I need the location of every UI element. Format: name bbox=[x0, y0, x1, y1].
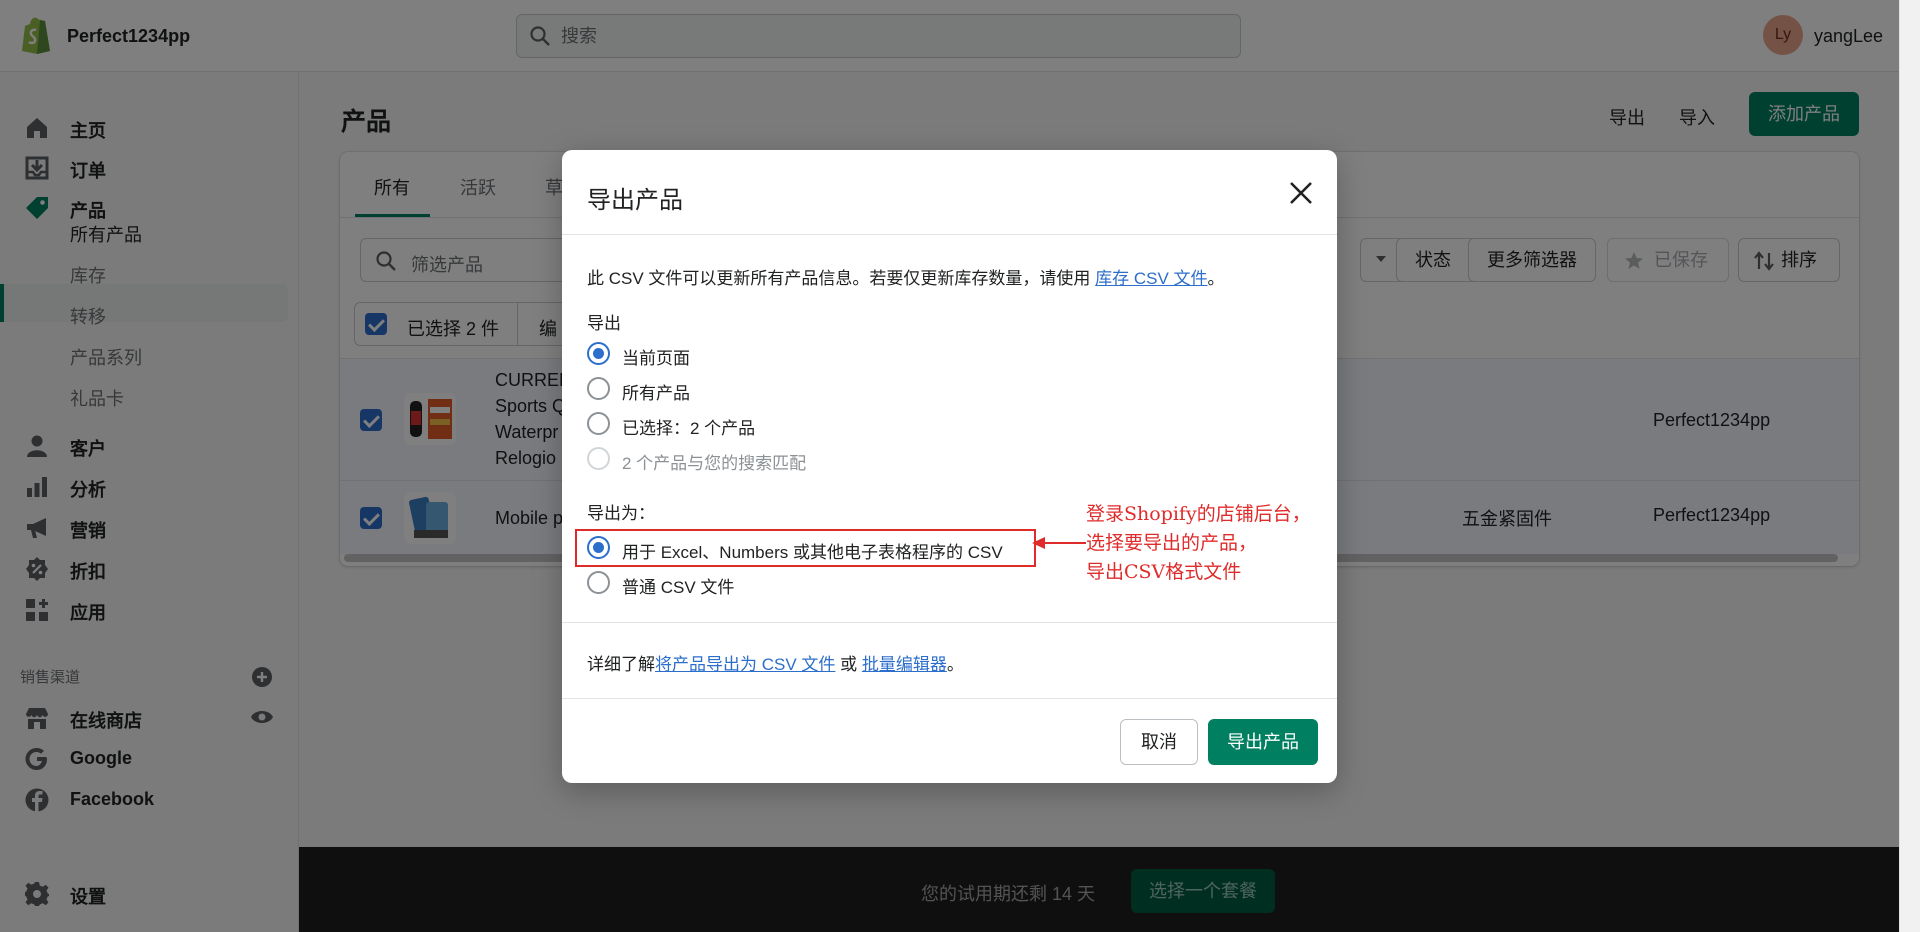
export-products-modal: 导出产品 此 CSV 文件可以更新所有产品信息。若要仅更新库存数量，请使用 库存… bbox=[562, 150, 1337, 783]
export-products-button[interactable]: 导出产品 bbox=[1208, 719, 1318, 765]
radio-label: 已选择：2 个产品 bbox=[622, 419, 756, 438]
radio-selected-products[interactable] bbox=[587, 412, 610, 435]
modal-divider bbox=[562, 622, 1337, 623]
radio-search-matches bbox=[587, 447, 610, 470]
radio-label: 2 个产品与您的搜索匹配 bbox=[622, 454, 807, 473]
modal-intro: 此 CSV 文件可以更新所有产品信息。若要仅更新库存数量，请使用 库存 CSV … bbox=[587, 269, 1225, 288]
learn-more-text: 详细了解将产品导出为 CSV 文件 或 批量编辑器。 bbox=[587, 655, 964, 674]
vertical-scrollbar[interactable] bbox=[1899, 0, 1920, 932]
format-heading: 导出为： bbox=[587, 504, 655, 523]
cancel-button[interactable]: 取消 bbox=[1120, 719, 1198, 765]
modal-title: 导出产品 bbox=[587, 187, 683, 214]
export-csv-help-link[interactable]: 将产品导出为 CSV 文件 bbox=[655, 655, 835, 674]
annotation-text: 登录Shopify的店铺后台， 选择要导出的产品， 导出CSV格式文件 bbox=[1086, 503, 1311, 583]
modal-divider bbox=[562, 234, 1337, 235]
radio-label: 当前页面 bbox=[622, 349, 690, 368]
radio-label: 用于 Excel、Numbers 或其他电子表格程序的 CSV bbox=[622, 543, 1003, 562]
radio-plain-csv[interactable] bbox=[587, 571, 610, 594]
radio-current-page[interactable] bbox=[587, 342, 610, 365]
radio-spreadsheet-csv[interactable] bbox=[587, 536, 610, 559]
bulk-editor-link[interactable]: 批量编辑器 bbox=[862, 655, 947, 674]
modal-divider bbox=[562, 698, 1337, 699]
radio-label: 所有产品 bbox=[622, 384, 690, 403]
close-icon[interactable] bbox=[1286, 178, 1316, 208]
export-heading: 导出 bbox=[587, 314, 621, 333]
radio-label: 普通 CSV 文件 bbox=[622, 578, 735, 597]
annotation-arrow-icon bbox=[1032, 537, 1086, 549]
radio-all-products[interactable] bbox=[587, 377, 610, 400]
inventory-csv-link[interactable]: 库存 CSV 文件 bbox=[1095, 269, 1207, 288]
